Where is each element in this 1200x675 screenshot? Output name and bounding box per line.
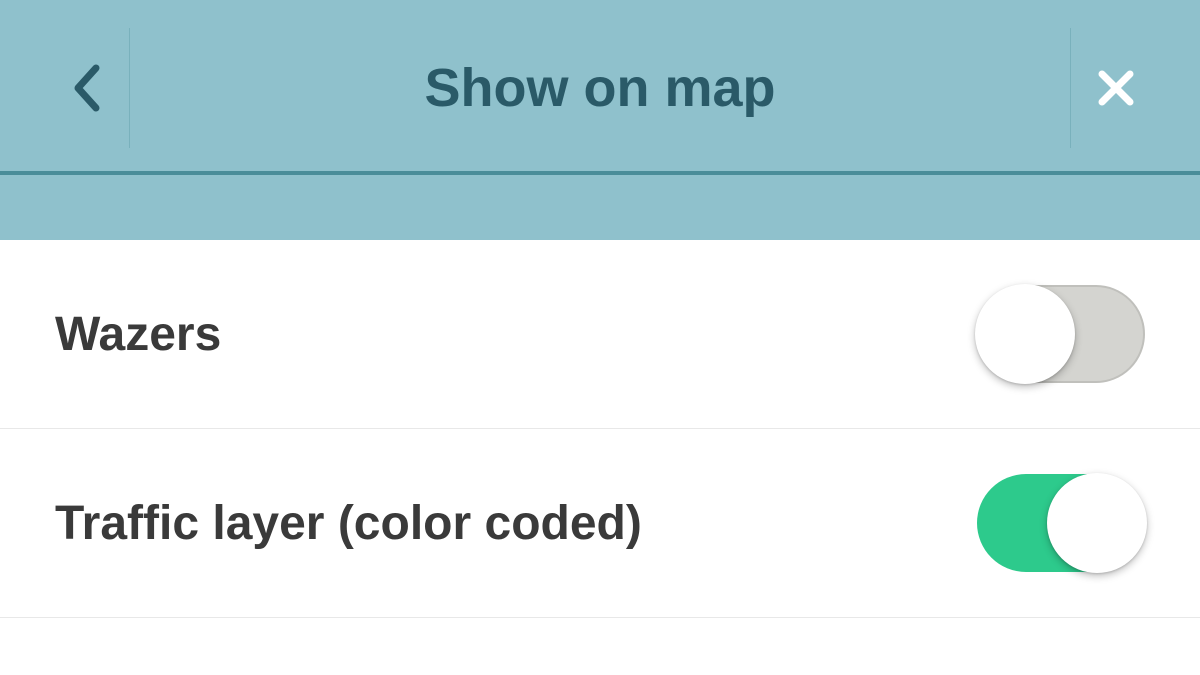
toggle-knob (975, 284, 1075, 384)
header-divider (0, 171, 1200, 175)
header-bar: Show on map (0, 0, 1200, 175)
toggle-wazers[interactable] (977, 285, 1145, 383)
page-title: Show on map (130, 57, 1070, 119)
setting-item-traffic-layer: Traffic layer (color coded) (0, 429, 1200, 618)
setting-item-wazers: Wazers (0, 240, 1200, 429)
toggle-traffic-layer[interactable] (977, 474, 1145, 572)
close-icon (1094, 66, 1138, 110)
toggle-knob (1047, 473, 1147, 573)
close-button[interactable] (1070, 28, 1160, 148)
chevron-left-icon (70, 62, 100, 114)
back-button[interactable] (40, 28, 130, 148)
sub-header-bar (0, 175, 1200, 240)
setting-label-traffic-layer: Traffic layer (color coded) (55, 496, 642, 551)
settings-list: Wazers Traffic layer (color coded) (0, 240, 1200, 618)
setting-label-wazers: Wazers (55, 307, 221, 362)
